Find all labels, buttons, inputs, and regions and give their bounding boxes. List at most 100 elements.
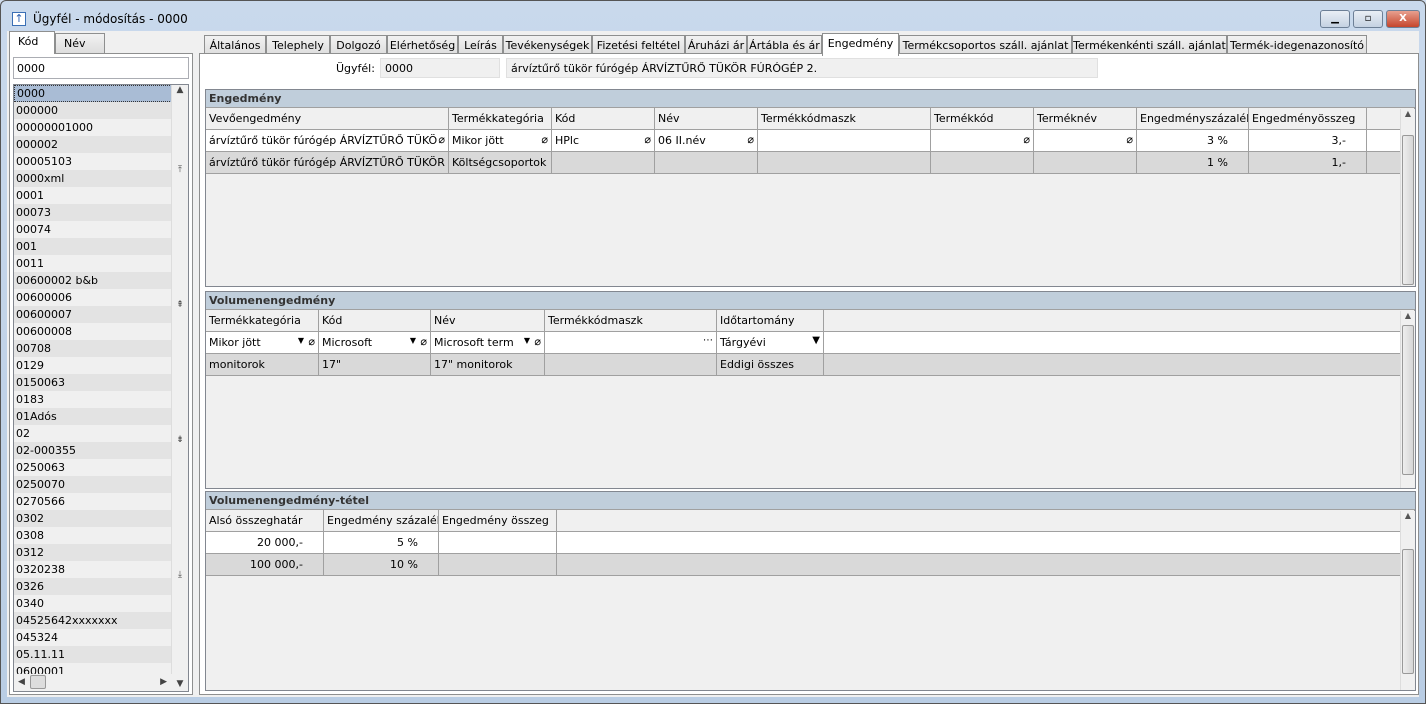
list-item[interactable]: 0302	[14, 510, 172, 527]
tab-9[interactable]: Engedmény	[822, 33, 899, 56]
scroll-thumb[interactable]	[30, 675, 46, 689]
table-cell[interactable]	[655, 152, 758, 173]
list-item[interactable]: 0312	[14, 544, 172, 561]
tetel-scrollbar[interactable]: ▲	[1400, 511, 1415, 690]
table-cell[interactable]	[1034, 152, 1137, 173]
column-header[interactable]: Kód	[319, 310, 431, 331]
attachment-icon[interactable]: ⌀	[644, 133, 651, 146]
attachment-icon[interactable]: ⌀	[534, 335, 541, 348]
table-cell[interactable]	[552, 152, 655, 173]
column-header[interactable]: Engedmény összeg	[439, 510, 557, 531]
column-header[interactable]: Engedmény százalék	[324, 510, 439, 531]
list-item[interactable]: 00600008	[14, 323, 172, 340]
engedmeny-scrollbar[interactable]: ▲	[1400, 109, 1415, 286]
list-item[interactable]: 0250063	[14, 459, 172, 476]
list-item[interactable]: 01Adós	[14, 408, 172, 425]
list-item[interactable]: 0326	[14, 578, 172, 595]
table-cell[interactable]: Microsoft term ▼ ⌀	[431, 332, 545, 353]
table-cell[interactable]: Költségcsoportok	[449, 152, 552, 173]
minimize-button[interactable]: ▁	[1320, 10, 1350, 28]
attachment-icon[interactable]: ⌀	[420, 335, 427, 348]
column-header[interactable]: Vevőengedmény	[206, 108, 449, 129]
column-header[interactable]	[824, 310, 1415, 331]
table-cell[interactable]	[758, 152, 931, 173]
list-item[interactable]: 0250070	[14, 476, 172, 493]
attachment-icon[interactable]: ⌀	[1023, 133, 1030, 146]
scroll-right-icon[interactable]: ▶	[160, 677, 167, 687]
table-cell[interactable]	[557, 532, 1415, 553]
volumen-scrollbar[interactable]: ▲	[1400, 311, 1415, 488]
table-cell[interactable]: monitorok	[206, 354, 319, 375]
column-header[interactable]: Termékkategória	[206, 310, 319, 331]
list-item[interactable]: 0270566	[14, 493, 172, 510]
list-item[interactable]: 0340	[14, 595, 172, 612]
table-cell[interactable]	[824, 332, 1415, 353]
list-item[interactable]: 0183	[14, 391, 172, 408]
close-button[interactable]: X	[1386, 10, 1420, 28]
list-item[interactable]: 000000	[14, 102, 172, 119]
column-header[interactable]: Név	[655, 108, 758, 129]
attachment-icon[interactable]: ⌀	[1126, 133, 1133, 146]
scroll-up-icon[interactable]: ▲	[172, 85, 188, 95]
table-cell[interactable]: 3 %	[1137, 130, 1249, 151]
table-cell[interactable]: ⋯	[545, 332, 717, 353]
table-cell[interactable]: 20 000,-	[206, 532, 324, 553]
attachment-icon[interactable]: ⌀	[747, 133, 754, 146]
column-header[interactable]: Engedményszázalék	[1137, 108, 1249, 129]
table-row[interactable]: árvíztűrő tükör fúrógép ÁRVÍZTŰRŐ TÜKÖR …	[206, 152, 1415, 174]
scroll-left-icon[interactable]: ◀	[18, 677, 25, 687]
list-item[interactable]: 000002	[14, 136, 172, 153]
table-cell[interactable]: 5 %	[324, 532, 439, 553]
attachment-icon[interactable]: ⌀	[438, 133, 445, 146]
table-cell[interactable]: árvíztűrő tükör fúrógép ÁRVÍZTŰRŐ TÜKÖ ⌀	[206, 130, 449, 151]
column-header[interactable]: Termékkód	[931, 108, 1034, 129]
table-cell[interactable]	[824, 354, 1415, 375]
search-input[interactable]	[13, 57, 189, 79]
list-item[interactable]: 0000xml	[14, 170, 172, 187]
list-item[interactable]: 04525642xxxxxxx	[14, 612, 172, 629]
table-cell[interactable]	[557, 554, 1415, 575]
list-item[interactable]: 0308	[14, 527, 172, 544]
table-cell[interactable]: árvíztűrő tükör fúrógép ÁRVÍZTŰRŐ TÜKÖR …	[206, 152, 449, 173]
dropdown-arrow-icon[interactable]: ▼	[812, 335, 820, 346]
table-cell[interactable]	[931, 152, 1034, 173]
table-cell[interactable]: 10 %	[324, 554, 439, 575]
table-cell[interactable]: ⌀	[931, 130, 1034, 151]
list-item[interactable]: 0001	[14, 187, 172, 204]
table-cell[interactable]	[439, 554, 557, 575]
table-cell[interactable]: Microsoft ▼ ⌀	[319, 332, 431, 353]
list-item[interactable]: 05.11.11	[14, 646, 172, 663]
column-header[interactable]: Terméknév	[1034, 108, 1137, 129]
column-header[interactable]: Kód	[552, 108, 655, 129]
table-cell[interactable]: Mikor jött ▼ ⌀	[206, 332, 319, 353]
table-cell[interactable]: Tárgyévi ▼	[717, 332, 824, 353]
list-item[interactable]: 02-000355	[14, 442, 172, 459]
tab-kod[interactable]: Kód	[9, 31, 55, 54]
list-item[interactable]: 045324	[14, 629, 172, 646]
table-row[interactable]: Mikor jött ▼ ⌀ Microsoft ▼ ⌀ Microsoft term ▼ ⌀ ⋯…	[206, 332, 1415, 354]
page-down-icon[interactable]: ⤓	[172, 570, 188, 580]
column-header[interactable]	[557, 510, 1415, 531]
scroll-down-icon[interactable]: ▼	[172, 679, 188, 689]
fast-up-icon[interactable]: ⇞	[172, 300, 188, 310]
list-item[interactable]: 00600007	[14, 306, 172, 323]
table-cell[interactable]: Mikor jött ⌀	[449, 130, 552, 151]
dropdown-arrow-icon[interactable]: ▼	[298, 336, 304, 345]
dropdown-arrow-icon[interactable]: ▼	[410, 336, 416, 345]
table-row[interactable]: 100 000,- 10 %	[206, 554, 1415, 576]
list-item[interactable]: 001	[14, 238, 172, 255]
table-row[interactable]: 20 000,- 5 %	[206, 532, 1415, 554]
table-row[interactable]: monitorok 17" 17" monitorok Eddigi összes	[206, 354, 1415, 376]
table-row[interactable]: árvíztűrő tükör fúrógép ÁRVÍZTŰRŐ TÜKÖ ⌀ M…	[206, 130, 1415, 152]
list-item[interactable]: 02	[14, 425, 172, 442]
list-item[interactable]: 00074	[14, 221, 172, 238]
column-header[interactable]: Időtartomány	[717, 310, 824, 331]
tab-nev[interactable]: Név	[55, 33, 105, 54]
table-cell[interactable]	[545, 354, 717, 375]
list-item[interactable]: 00600002 b&b	[14, 272, 172, 289]
attachment-icon[interactable]: ⌀	[308, 335, 315, 348]
maximize-button[interactable]: ▫	[1353, 10, 1383, 28]
column-header[interactable]: Név	[431, 310, 545, 331]
page-up-icon[interactable]: ⤒	[172, 165, 188, 175]
ellipsis-icon[interactable]: ⋯	[703, 335, 713, 346]
